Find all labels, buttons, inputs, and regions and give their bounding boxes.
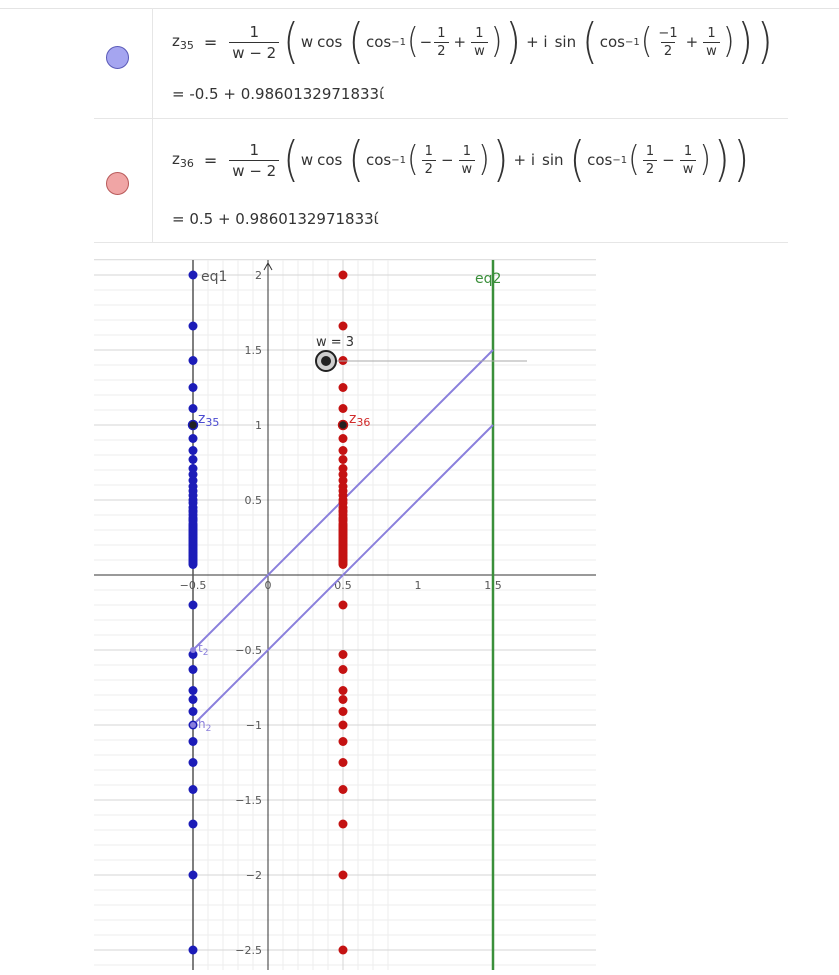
y-tick-label: −1 (246, 719, 262, 732)
sequence-point-red (338, 819, 348, 829)
sequence-point-red (338, 870, 348, 880)
point-h2 (190, 722, 196, 728)
sequence-point-blue (188, 695, 198, 704)
point-t2 (190, 647, 196, 653)
sequence-point-blue (188, 665, 198, 674)
sequence-point-red (338, 758, 348, 767)
y-tick-label: −0.5 (235, 644, 262, 657)
sequence-point-red (338, 560, 348, 569)
graph-canvas[interactable]: −0.500.511.521.510.5−0.5−1−1.5−2−2.5 w =… (94, 260, 596, 970)
sequence-point-red (338, 707, 348, 716)
sequence-point-blue (188, 383, 198, 392)
sequence-point-red (338, 686, 348, 695)
label-h2: h2 (198, 717, 211, 734)
sequence-point-blue (188, 737, 198, 746)
sequence-point-red (338, 434, 348, 443)
sequence-point-blue (188, 455, 198, 464)
sequence-point-red (338, 446, 348, 455)
y-tick-label: −2 (246, 869, 262, 882)
label-z35: z35 (198, 411, 219, 429)
y-tick-label: 0.5 (245, 494, 263, 507)
formula-z36[interactable]: z36 = 1 w − 2 ( w cos ( cos −1 ( 12 − 1w … (172, 132, 751, 188)
sequence-point-blue (188, 560, 198, 569)
major-grid (94, 260, 596, 970)
sequence-point-red (338, 785, 348, 794)
formula-z35[interactable]: z35 = 1 w − 2 ( w cos ( cos −1 ( − 12 + 1… (172, 14, 775, 70)
slider-knob-inner (321, 356, 331, 366)
slider-w[interactable]: w = 3 (315, 335, 527, 372)
sequence-point-red (338, 600, 348, 610)
sequence-point-blue (188, 758, 198, 767)
sequence-point-red (338, 321, 348, 331)
label-z36: z36 (349, 411, 370, 429)
sequence-point-red (338, 665, 348, 674)
sequence-point-red (338, 695, 348, 704)
sequence-point-red (338, 720, 348, 730)
y-tick-label: 2 (255, 269, 262, 282)
visibility-toggle-z36[interactable] (106, 172, 129, 195)
y-tick-label: −1.5 (235, 794, 262, 807)
y-tick-label: 1 (255, 419, 262, 432)
algebra-item-z35[interactable]: z35 = 1 w − 2 ( w cos ( cos −1 ( − 12 + 1… (94, 8, 788, 119)
graphics-view[interactable]: −0.500.511.521.510.5−0.5−1−1.5−2−2.5 w =… (94, 259, 596, 970)
sequence-point-blue (188, 446, 198, 455)
point-z35 (187, 419, 199, 431)
sequence-point-red (338, 737, 348, 746)
label-t2: t2 (198, 641, 208, 658)
y-tick-label: 1.5 (245, 344, 263, 357)
sequence-point-blue (188, 707, 198, 716)
sequence-point-red (338, 383, 348, 392)
label-eq1: eq1 (201, 269, 227, 285)
sequence-point-red (338, 650, 348, 659)
slider-label: w = 3 (316, 335, 354, 350)
result-value-z36: = 0.5 + 0.9860132971833ί (172, 210, 379, 228)
sequence-point-blue (188, 945, 198, 955)
sequence-point-blue (188, 321, 198, 331)
sequence-point-red (338, 455, 348, 464)
object-name: z35 (172, 32, 194, 52)
axes (94, 260, 596, 970)
x-tick-label: 0 (265, 579, 272, 592)
sequence-point-blue (188, 600, 198, 610)
tick-labels: −0.500.511.521.510.5−0.5−1−1.5−2−2.5 (180, 269, 502, 957)
point-z36 (337, 419, 349, 431)
visibility-toggle-z35[interactable] (106, 46, 129, 69)
sequence-point-red (338, 270, 348, 280)
algebra-view: z35 = 1 w − 2 ( w cos ( cos −1 ( − 12 + 1… (94, 8, 788, 243)
minor-grid (94, 260, 596, 970)
sequence-point-blue (188, 270, 198, 280)
sequence-point-blue (188, 870, 198, 880)
sequence-point-blue (188, 434, 198, 443)
coefficient-fraction: 1 w − 2 (229, 23, 280, 62)
sequence-point-red (338, 945, 348, 955)
algebra-item-z36[interactable]: z36 = 1 w − 2 ( w cos ( cos −1 ( 12 − 1w … (94, 118, 788, 243)
sequence-point-blue (188, 686, 198, 695)
x-tick-label: 1 (415, 579, 422, 592)
label-eq2: eq2 (475, 271, 501, 287)
sequence-point-blue (188, 819, 198, 829)
y-tick-label: −2.5 (235, 944, 262, 957)
marble-column (94, 8, 153, 118)
marble-column (94, 118, 153, 242)
sequence-point-blue (188, 785, 198, 794)
sequence-point-blue (188, 356, 198, 365)
coefficient-fraction: 1 w − 2 (229, 141, 280, 180)
result-value-z35: = -0.5 + 0.9860132971833ί (172, 85, 385, 103)
object-name: z36 (172, 150, 194, 170)
sequence-point-blue (188, 404, 198, 413)
sequence-point-red (338, 404, 348, 413)
